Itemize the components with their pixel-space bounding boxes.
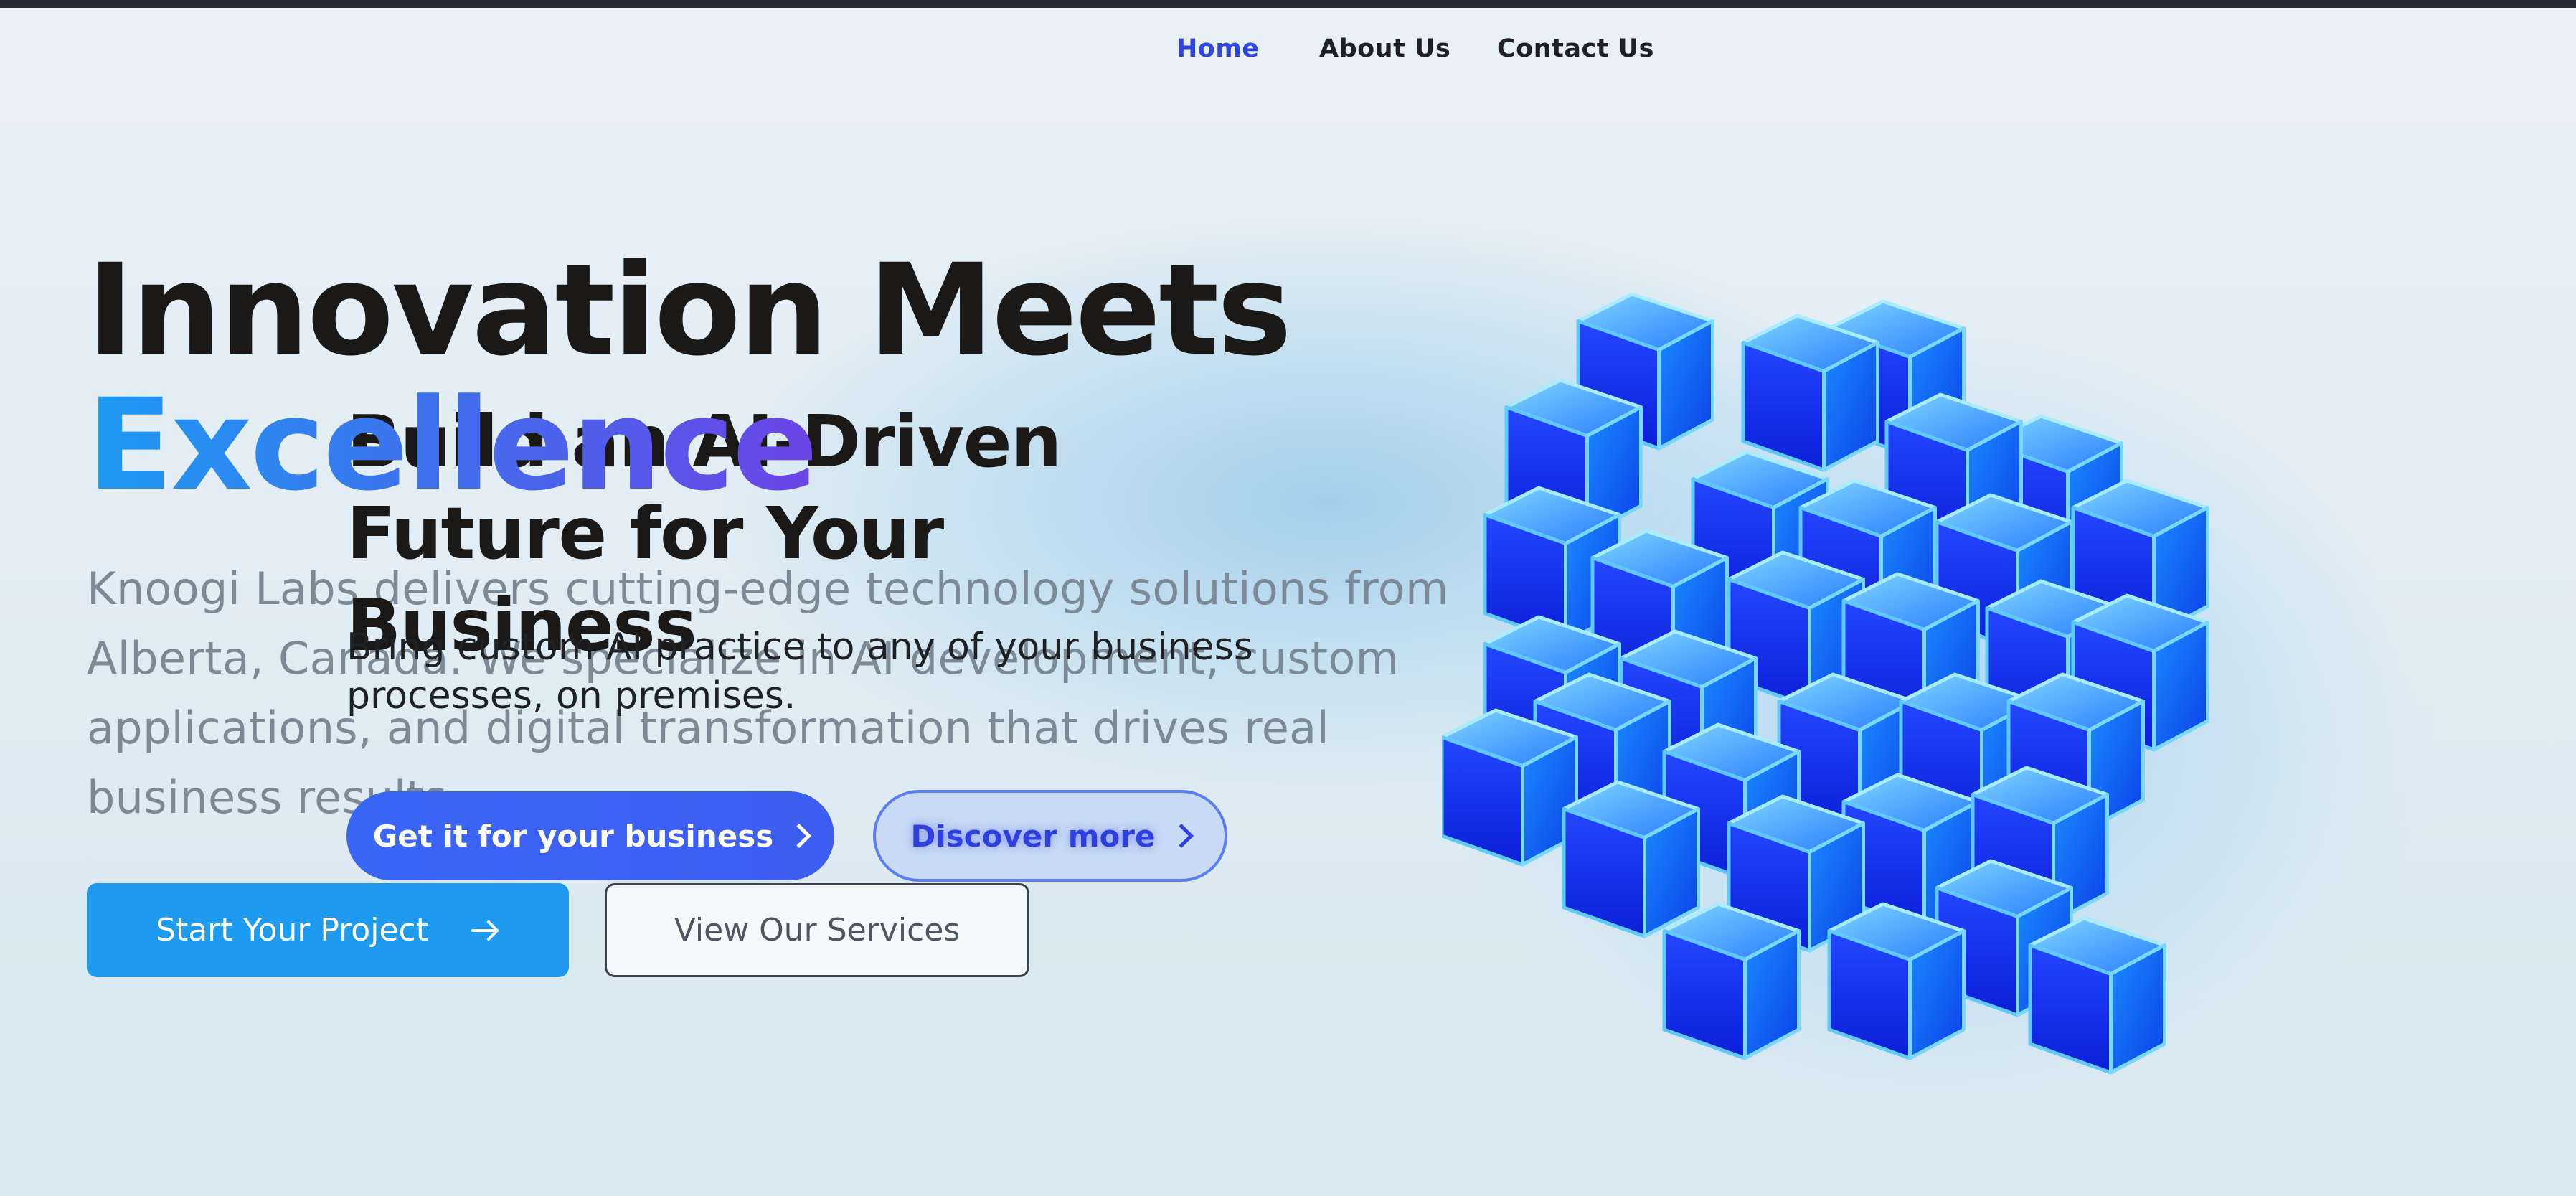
get-it-for-business-button[interactable]: Get it for your business [346, 791, 834, 880]
start-project-button[interactable]: Start Your Project [87, 883, 569, 977]
discover-button-label: Discover more [910, 818, 1156, 854]
cube-shape [1743, 316, 1878, 470]
blue-cubes-illustration [1442, 273, 2403, 1105]
view-services-button[interactable]: View Our Services [605, 883, 1029, 977]
arrow-right-icon [471, 919, 500, 942]
chevron-right-icon [1169, 824, 1194, 848]
cube-shape [2030, 918, 2165, 1073]
browser-top-bar [0, 0, 2576, 8]
start-project-label: Start Your Project [156, 912, 428, 948]
main-nav: Home About Us Contact Us [0, 34, 2576, 70]
hero-title-accent: Excellence [87, 372, 818, 519]
hero-title: Innovation Meets [87, 237, 1292, 384]
overlay-hero-description: Bring custom AI practice to any of your … [346, 626, 1253, 717]
cube-shape [1564, 782, 1699, 936]
cube-shape [1664, 904, 1799, 1058]
nav-contact-link[interactable]: Contact Us [1497, 34, 1654, 63]
cube-shape [1829, 904, 1964, 1058]
discover-more-button[interactable]: Discover more [873, 790, 1227, 882]
chevron-right-icon [787, 824, 812, 848]
get-button-label: Get it for your business [372, 818, 774, 854]
nav-home-link[interactable]: Home [1176, 34, 1260, 63]
nav-about-link[interactable]: About Us [1319, 34, 1450, 63]
